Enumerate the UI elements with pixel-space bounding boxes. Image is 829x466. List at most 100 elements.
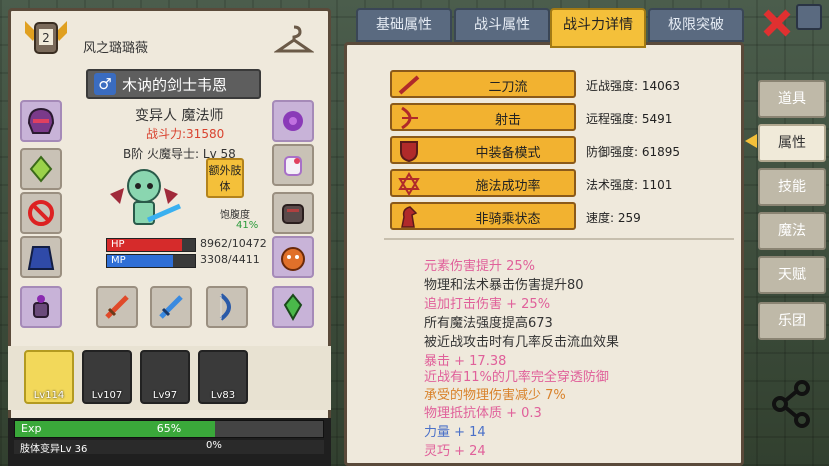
attribute-cast-success: 施法成功率 [390,169,576,197]
winged-helmet-icon: 2 [25,21,67,54]
sword-icon [398,75,420,95]
glove-icon [284,156,302,176]
attribute-shooting: 射击 [390,103,576,131]
active-tab-arrow-icon [745,134,757,148]
armor-icon [282,204,304,224]
hexagram-icon [398,172,420,196]
attribute-not-mounted: 非骑乘状态 [390,202,576,230]
ring-slot-empty[interactable] [20,192,62,234]
attribute-label: 射击 [494,113,521,128]
bow-slot[interactable] [206,286,248,328]
tab-basic-attributes[interactable]: 基础属性 [356,8,452,42]
effect-line: 近战有11%的几率完全穿透防御 [424,370,609,385]
exp-percent: 65% [156,422,182,435]
party-member-4[interactable]: Lv83 [198,350,248,404]
crystal-icon [283,293,303,322]
satiety-label: 饱腹度 [220,210,250,221]
tab-combat-power-details[interactable]: 战斗力详情 [550,8,646,48]
effect-line: 灵巧 + 24 [424,444,486,459]
attribute-medium-armor: 中装备模式 [390,136,576,164]
side-tab-skills[interactable]: 技能 [758,168,826,206]
close-icon[interactable] [760,6,794,40]
helmet-slot[interactable] [20,100,62,142]
gem-icon [29,155,53,183]
title-banner[interactable]: ♂ 木讷的剑士韦恩 [86,69,261,99]
mutation-percent: 0% [206,440,222,451]
extra-limbs-button[interactable]: 额外肢体 [206,158,244,198]
side-tab-magic[interactable]: 魔法 [758,212,826,250]
armor-slot[interactable] [272,192,314,234]
shield-icon [400,141,418,163]
share-icon[interactable] [766,378,818,430]
player-name: 风之璐璐薇 [83,41,149,56]
cloak-slot[interactable] [20,236,62,278]
effect-line: 物理抵抗体质 + 0.3 [424,406,542,421]
effect-line: 元素伤害提升 25% [424,259,536,274]
monster-icon [281,247,305,271]
head-accessory-slot[interactable] [272,100,314,142]
boots-slot[interactable] [272,286,314,328]
side-tab-attributes[interactable]: 属性 [758,124,826,162]
mp-label: MP [111,255,126,266]
party-member-level: Lv83 [210,390,236,401]
hp-bar: HP [106,238,196,252]
weapon-slot-2[interactable] [150,286,192,328]
defense-strength: 防御强度: 61895 [586,145,681,159]
attribute-dual-wield: 二刀流 [390,70,576,98]
race-class: 变异人 魔法师 [135,105,223,125]
divider [384,238,734,240]
party-member-1[interactable]: Lv114 [24,350,74,404]
hp-value: 8962/10472 [200,237,267,250]
hanger-icon[interactable] [274,23,314,57]
side-tab-band[interactable]: 乐团 [758,302,826,340]
svg-text:2: 2 [42,31,50,45]
flower-icon [283,111,303,131]
side-tab-talents[interactable]: 天赋 [758,256,826,294]
mutation-label: 肢体变异Lv 36 [20,444,88,455]
exp-bar: Exp 65% [14,420,324,438]
cloak-icon [27,246,55,270]
combat-power: 战斗力:31580 [146,127,225,141]
party-member-level: Lv114 [33,390,65,401]
hero-sprite [110,169,182,225]
hp-label: HP [111,239,125,250]
effect-line: 所有魔法强度提高673 [424,316,553,331]
effect-line: 力量 + 14 [424,425,486,440]
blue-sword-icon [159,295,183,319]
effect-line: 追加打击伤害 + 25% [424,297,551,312]
side-tab-items[interactable]: 道具 [758,80,826,118]
tab-combat-attributes[interactable]: 战斗属性 [454,8,550,42]
accessory-slot[interactable] [20,286,62,328]
satiety-value: 41% [236,220,259,231]
character-title: 木讷的剑士韦恩 [122,75,228,94]
party-member-2[interactable]: Lv107 [82,350,132,404]
weapon-slot-1[interactable] [96,286,138,328]
prohibited-icon [28,200,54,226]
horse-icon [401,206,418,228]
attribute-label: 非骑乘状态 [475,212,541,227]
party-member-3[interactable]: Lv97 [140,350,190,404]
amulet-slot[interactable] [20,148,62,190]
red-sword-icon [105,295,129,319]
pet-slot[interactable] [272,236,314,278]
speed: 速度: 259 [586,211,641,225]
bow-icon [219,293,231,321]
party-member-level: Lv97 [152,390,178,401]
mutation-bar: 肢体变异Lv 36 0% [14,440,324,455]
mp-value: 3308/4411 [200,253,260,266]
race-label: 变异人 [135,108,177,124]
bow-icon [401,106,418,130]
attribute-label: 施法成功率 [475,179,541,194]
glove-slot[interactable] [272,144,314,186]
ranged-strength: 远程强度: 5491 [586,112,673,126]
pendant-icon [33,295,49,318]
male-gender-icon: ♂ [94,73,116,95]
spell-strength: 法术强度: 1101 [586,178,673,192]
attribute-label: 中装备模式 [475,146,541,161]
effect-line: 被近战攻击时有几率反击流血效果 [424,335,620,350]
party-member-level: Lv107 [91,390,123,401]
minimize-button[interactable] [796,4,822,30]
effect-line: 物理和法术暴击伤害提升80 [424,278,584,293]
helmet-icon [27,107,55,134]
tab-limit-break[interactable]: 极限突破 [648,8,744,42]
